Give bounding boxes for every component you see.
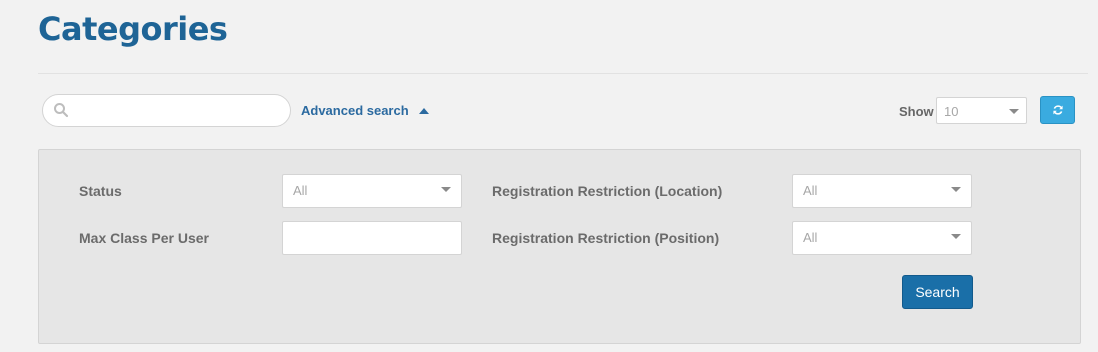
location-label: Registration Restriction (Location) [492,183,723,199]
location-select[interactable]: All [792,174,972,208]
search-icon [54,103,69,118]
status-label: Status [79,183,122,199]
caret-up-icon [418,107,429,114]
page-size-select[interactable]: 10 [936,97,1027,124]
show-label: Show [899,104,934,119]
chevron-down-icon [951,187,961,192]
page-size-value: 10 [944,104,959,119]
position-select[interactable]: All [792,221,972,255]
search-input[interactable] [75,99,280,122]
refresh-button[interactable] [1040,96,1075,124]
chevron-down-icon [951,234,961,239]
max-class-label: Max Class Per User [79,230,209,246]
position-value: All [803,230,818,245]
page-title: Categories [38,10,228,48]
max-class-input[interactable] [283,222,461,254]
advanced-search-label: Advanced search [301,103,409,118]
chevron-down-icon [1009,109,1019,114]
chevron-down-icon [441,187,451,192]
title-divider [38,73,1088,74]
refresh-icon [1052,105,1063,115]
max-class-field[interactable] [282,221,462,255]
search-box[interactable] [42,94,291,127]
location-value: All [803,183,818,198]
status-select[interactable]: All [282,174,462,208]
status-value: All [293,183,308,198]
advanced-search-toggle[interactable]: Advanced search [301,103,429,118]
search-button[interactable]: Search [902,275,973,309]
position-label: Registration Restriction (Position) [492,230,720,246]
